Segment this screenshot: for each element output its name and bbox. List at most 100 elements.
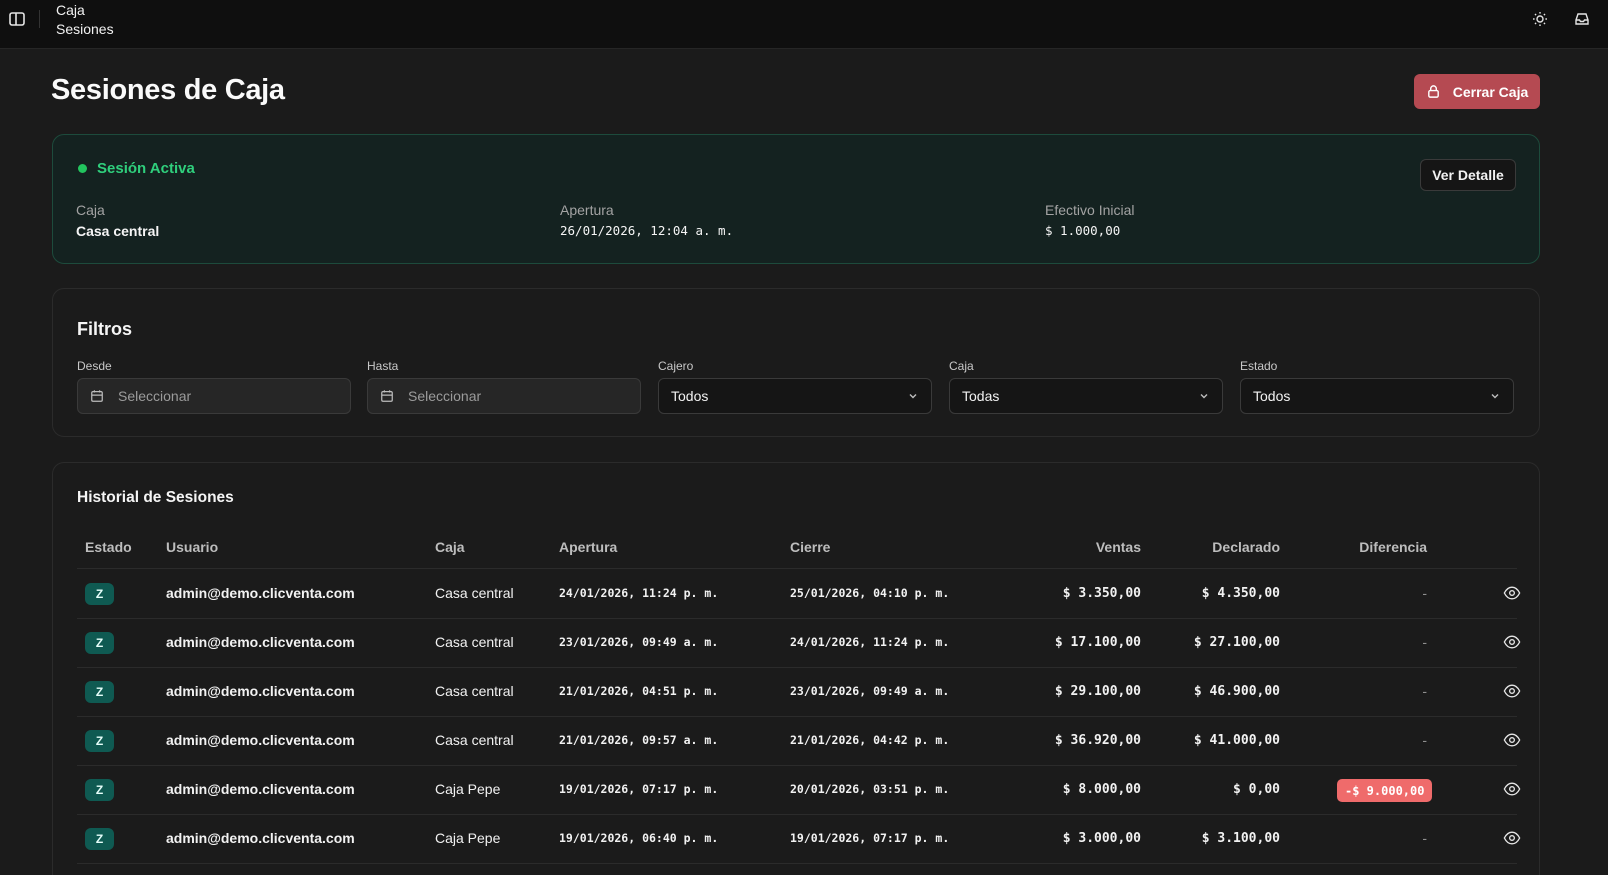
info-label: Efectivo Inicial (1045, 202, 1135, 218)
filter-estado: Estado Todos (1240, 359, 1514, 414)
cell-usuario: admin@demo.clicventa.com (166, 683, 355, 699)
info-value: 26/01/2026, 12:04 a. m. (560, 223, 734, 238)
column-header: Declarado (1212, 539, 1280, 555)
table-row[interactable]: Zadmin@demo.clicventa.com Caja Pepe 19/01/… (77, 766, 1521, 815)
date-placeholder: Seleccionar (118, 388, 192, 404)
active-session-card: Sesión Activa Ver Detalle Caja Casa cent… (52, 134, 1540, 264)
table-row[interactable]: Zadmin@demo.clicventa.com Casa central 23/… (77, 619, 1521, 668)
column-header: Estado (85, 539, 132, 555)
status-dot (78, 164, 87, 173)
cell-apertura: 21/01/2026, 04:51 p. m. (559, 684, 719, 698)
cell-declarado: $ 3.100,00 (1201, 831, 1280, 846)
filter-label: Hasta (367, 359, 399, 373)
breadcrumb-item[interactable]: Caja (56, 1, 114, 20)
eye-icon[interactable] (1503, 829, 1523, 849)
difference-badge: -$ 9.000,00 (1337, 779, 1433, 802)
cell-cierre: 20/01/2026, 03:51 p. m. (790, 782, 950, 796)
cell-caja: Caja Pepe (435, 830, 501, 846)
info-caja: Caja Casa central (76, 201, 159, 241)
close-cash-label: Cerrar Caja (1452, 83, 1529, 100)
status-badge: Z (85, 583, 114, 605)
caja-select[interactable]: Todas (949, 378, 1223, 414)
cell-caja: Casa central (435, 732, 514, 748)
cell-apertura: 19/01/2026, 06:40 p. m. (559, 831, 719, 845)
cell-apertura: 24/01/2026, 11:24 p. m. (559, 586, 719, 600)
cell-cierre: 19/01/2026, 07:17 p. m. (790, 831, 950, 845)
filter-caja: Caja Todas (949, 359, 1223, 414)
eye-icon[interactable] (1503, 633, 1523, 653)
page-title: Sesiones de Caja (51, 74, 285, 106)
filter-label: Desde (77, 359, 112, 373)
cell-cierre: 24/01/2026, 11:24 p. m. (790, 635, 950, 649)
cell-usuario: admin@demo.clicventa.com (166, 781, 355, 797)
eye-icon[interactable] (1503, 584, 1523, 604)
cell-declarado: $ 0,00 (1233, 782, 1280, 797)
column-header: Ventas (1095, 539, 1141, 555)
cell-cierre: 23/01/2026, 09:49 a. m. (790, 684, 950, 698)
top-bar: Caja Sesiones (0, 0, 1608, 49)
hasta-date-picker[interactable]: Seleccionar (367, 378, 641, 414)
active-session-header: Sesión Activa (78, 160, 195, 177)
breadcrumb-item-current: Sesiones (56, 21, 114, 37)
cell-caja: Casa central (435, 683, 514, 699)
filter-label: Cajero (658, 359, 694, 373)
estado-select[interactable]: Todos (1240, 378, 1514, 414)
cell-apertura: 21/01/2026, 09:57 a. m. (559, 733, 719, 747)
sidebar-toggle-icon[interactable] (6, 8, 28, 30)
table-row[interactable]: Zadmin@demo.clicventa.com Casa central 21/… (77, 717, 1521, 766)
info-label: Apertura (560, 202, 614, 218)
cell-usuario: admin@demo.clicventa.com (166, 830, 355, 846)
lock-icon (1427, 85, 1439, 98)
filter-label: Caja (949, 359, 974, 373)
breadcrumb: Caja Sesiones (56, 1, 114, 39)
status-badge: Z (85, 779, 114, 801)
table-row[interactable]: Zadmin@demo.clicventa.com Casa central 24/… (77, 570, 1521, 619)
cell-diferencia: - (1422, 634, 1427, 650)
table-row[interactable]: Zadmin@demo.clicventa.com Caja Pepe 19/01/… (77, 815, 1521, 864)
active-session-title: Sesión Activa (97, 160, 195, 177)
view-detail-button[interactable]: Ver Detalle (1420, 159, 1516, 191)
filters-title: Filtros (77, 319, 133, 339)
table-row[interactable]: Zadmin@demo.clicventa.com Casa central 21/… (77, 668, 1521, 717)
column-header: Cierre (790, 539, 831, 555)
cell-ventas: $ 3.000,00 (1062, 831, 1141, 846)
calendar-icon (91, 390, 103, 402)
cell-caja: Casa central (435, 585, 514, 601)
filter-cajero: Cajero Todos (658, 359, 932, 414)
chevron-down-icon (1491, 394, 1499, 399)
cell-declarado: $ 4.350,00 (1201, 586, 1280, 601)
cell-usuario: admin@demo.clicventa.com (166, 585, 355, 601)
eye-icon[interactable] (1503, 780, 1523, 800)
status-badge: Z (85, 828, 114, 850)
status-badge: Z (85, 681, 114, 703)
filter-hasta: Hasta Seleccionar (367, 359, 641, 414)
cell-diferencia: - (1422, 732, 1427, 748)
close-cash-button[interactable]: Cerrar Caja (1414, 74, 1540, 109)
eye-icon[interactable] (1503, 731, 1523, 751)
cell-caja: Casa central (435, 634, 514, 650)
column-header: Diferencia (1359, 539, 1427, 555)
history-card: Historial de Sesiones Estado Usuario Caj… (52, 462, 1540, 875)
cell-diferencia: - (1422, 830, 1427, 846)
date-placeholder: Seleccionar (408, 388, 482, 404)
cell-cierre: 21/01/2026, 04:42 p. m. (790, 733, 950, 747)
info-label: Caja (76, 202, 105, 218)
eye-icon[interactable] (1503, 682, 1523, 702)
history-title: Historial de Sesiones (77, 489, 234, 506)
cajero-select[interactable]: Todos (658, 378, 932, 414)
column-header: Apertura (559, 539, 618, 555)
select-value: Todas (962, 388, 1000, 404)
chevron-down-icon (909, 394, 917, 399)
filters-card: Filtros Desde Seleccionar Hasta Seleccio… (52, 288, 1540, 437)
info-apertura: Apertura 26/01/2026, 12:04 a. m. (560, 201, 733, 241)
info-value: Casa central (76, 223, 160, 239)
inbox-icon[interactable] (1571, 8, 1593, 30)
status-badge: Z (85, 632, 114, 654)
filter-desde: Desde Seleccionar (77, 359, 351, 414)
filter-label: Estado (1240, 359, 1278, 373)
divider (39, 10, 40, 28)
cell-diferencia: - (1422, 683, 1427, 699)
cell-ventas: $ 36.920,00 (1054, 733, 1141, 748)
sun-icon[interactable] (1529, 8, 1551, 30)
desde-date-picker[interactable]: Seleccionar (77, 378, 351, 414)
